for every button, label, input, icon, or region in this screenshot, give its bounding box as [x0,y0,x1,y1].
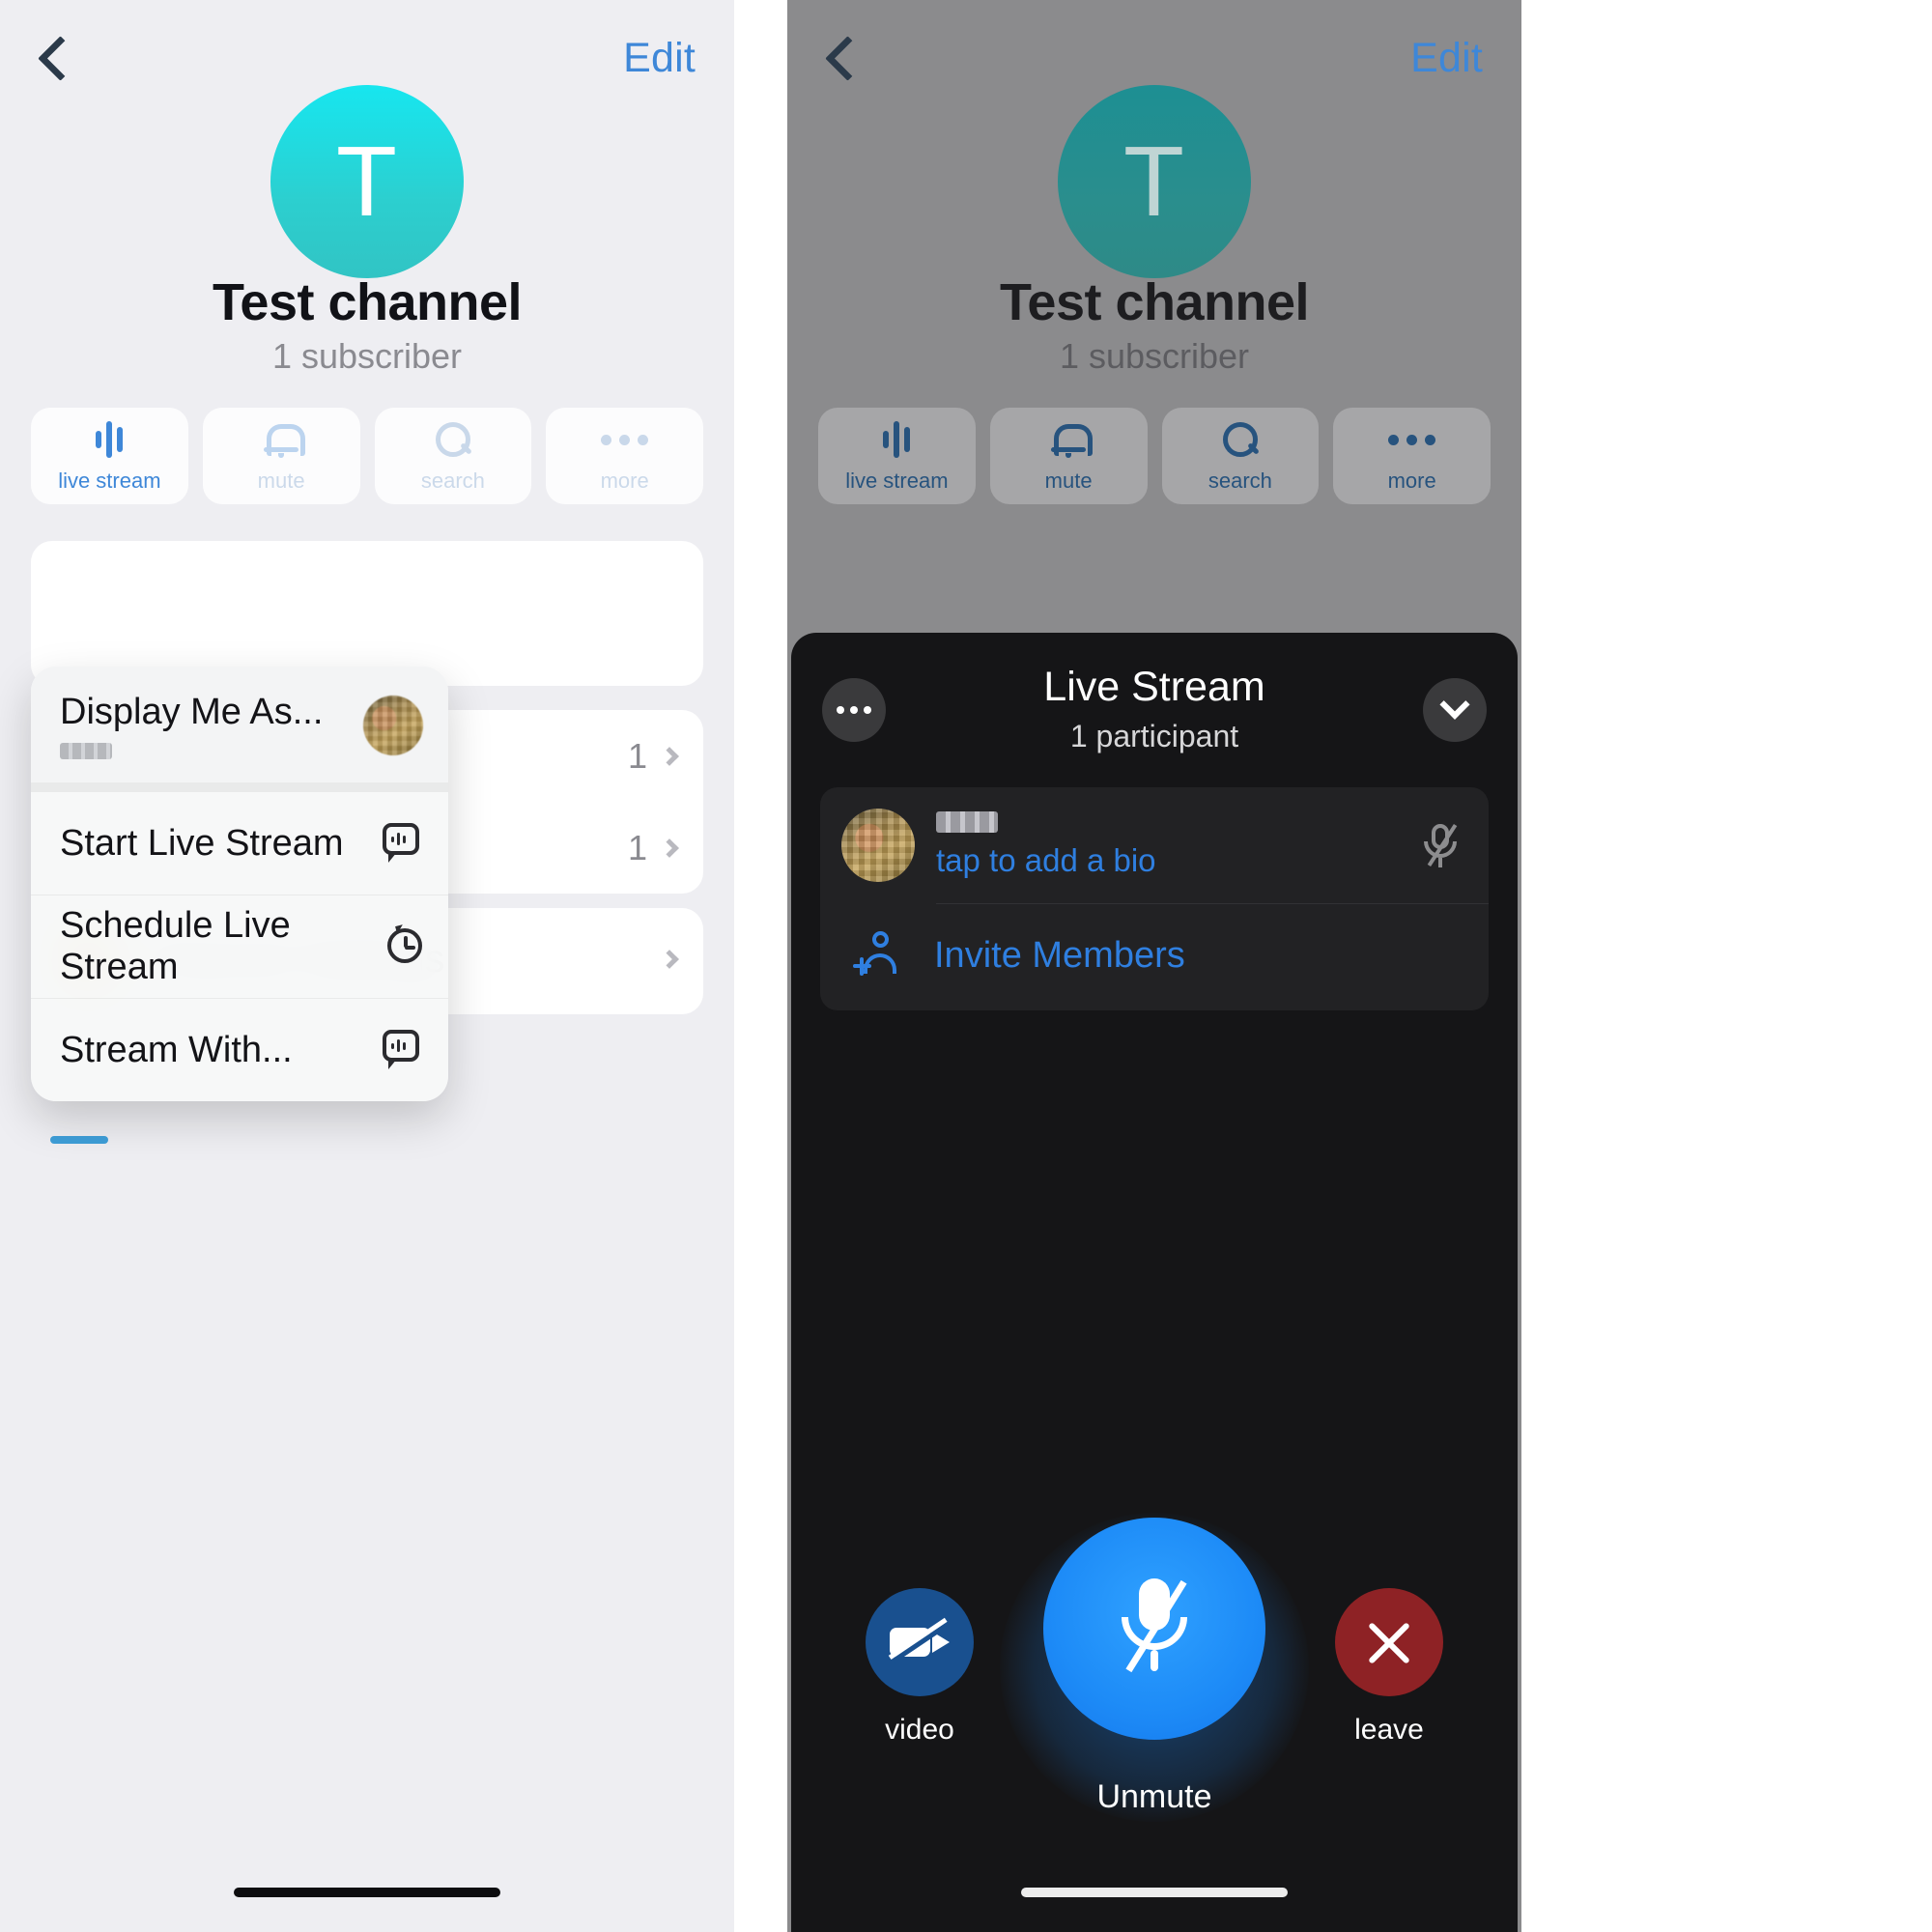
row-count: 1 [627,827,647,867]
unmute-button[interactable]: Unmute [1000,1512,1309,1822]
subscriber-count: 1 subscriber [1059,336,1250,376]
edit-button[interactable]: Edit [623,35,696,82]
live-stream-sheet: Live Stream 1 participant tap to add a b… [791,633,1518,1932]
menu-item-start-live-stream-label: Start Live Stream [60,822,344,864]
mic-off-icon [1419,820,1462,870]
waveform-icon [96,418,124,461]
home-indicator [234,1888,500,1897]
back-chevron-icon[interactable] [39,33,71,83]
participant-count: 1 participant [1069,719,1239,753]
leave-button[interactable]: leave [1335,1587,1443,1747]
selected-tab-indicator [50,1136,108,1144]
back-chevron-icon[interactable] [826,33,859,83]
participant-row[interactable]: tap to add a bio [820,787,1489,903]
action-mute[interactable]: mute [989,408,1148,504]
screenshot-root: Edit T Test channel 1 subscriber live st… [0,0,1932,1932]
menu-divider [31,782,448,791]
chevron-down-icon[interactable] [1423,678,1487,742]
panel-gap [734,0,787,1932]
action-live-stream-label: live stream [58,469,161,493]
add-bio-link[interactable]: tap to add a bio [936,842,1156,879]
row-count: 1 [627,735,647,776]
menu-item-schedule-live-stream[interactable]: Schedule Live Stream [31,895,448,998]
live-stream-icon [381,1029,423,1071]
right-phone-screen: Edit T Test channel 1 subscriber live st… [787,0,1521,1932]
menu-item-start-live-stream[interactable]: Start Live Stream [31,791,448,895]
page-title: Test channel [212,273,523,331]
home-indicator [1021,1888,1288,1897]
subscriber-count: 1 subscriber [271,336,463,376]
chevron-right-icon [660,949,679,969]
action-search[interactable]: search [374,408,532,504]
ellipsis-icon[interactable] [822,678,886,742]
action-more[interactable]: more [546,408,703,504]
row-value: 1 [627,735,679,777]
video-off-icon [866,1587,974,1696]
live-stream-context-menu: Display Me As... Start Live Stream Sched… [31,667,448,1101]
action-more-label: more [600,469,649,493]
row-value [660,949,679,969]
action-live-stream[interactable]: live stream [31,408,188,504]
action-search-label: search [420,469,485,493]
chevron-right-icon [660,746,679,766]
redacted-username [60,743,112,759]
action-buttons-row: live stream mute search more [818,408,1491,504]
action-more[interactable]: more [1333,408,1491,504]
ellipsis-icon [1388,418,1436,461]
search-icon [434,418,472,461]
participants-card: tap to add a bio Invite Members [820,787,1489,1010]
action-live-stream-label: live stream [845,469,949,493]
redacted-participant-name [936,811,998,833]
menu-item-display-me-as[interactable]: Display Me As... [31,667,448,782]
action-search[interactable]: search [1161,408,1320,504]
avatar [841,809,915,882]
call-controls: video Unmute leave [791,1512,1518,1822]
invite-members-row[interactable]: Invite Members [820,904,1489,1010]
mic-off-icon [1043,1518,1265,1740]
live-stream-title-block: Live Stream 1 participant [791,664,1518,754]
menu-item-schedule-live-stream-label: Schedule Live Stream [60,905,291,987]
avatar [363,696,423,755]
channel-avatar[interactable]: T [1058,85,1251,278]
waveform-icon [883,418,911,461]
chevron-right-icon [660,838,679,858]
search-icon [1221,418,1260,461]
action-buttons-row: live stream mute search more [31,408,703,504]
action-more-label: more [1387,469,1436,493]
live-stream-header: Live Stream 1 participant [791,633,1518,787]
action-search-label: search [1208,469,1272,493]
menu-item-display-me-as-label: Display Me As... [60,692,324,732]
row-value: 1 [627,827,679,868]
person-add-icon [853,929,905,981]
action-mute-label: mute [1044,469,1093,493]
invite-members-label: Invite Members [934,934,1185,976]
edit-button[interactable]: Edit [1410,35,1483,82]
close-icon [1335,1587,1443,1696]
action-mute[interactable]: mute [202,408,360,504]
bell-icon [264,418,306,461]
live-stream-icon [381,822,423,865]
channel-avatar[interactable]: T [270,85,464,278]
live-stream-title: Live Stream [1043,664,1265,710]
video-button-label: video [885,1713,954,1746]
clock-icon [384,924,423,968]
menu-item-stream-with-label: Stream With... [60,1029,293,1070]
video-button[interactable]: video [866,1587,974,1747]
menu-item-stream-with[interactable]: Stream With... [31,998,448,1101]
left-phone-screen: Edit T Test channel 1 subscriber live st… [0,0,734,1932]
unmute-button-label: Unmute [1096,1778,1212,1815]
action-live-stream[interactable]: live stream [818,408,976,504]
leave-button-label: leave [1354,1713,1424,1746]
page-title: Test channel [999,273,1310,331]
bell-icon [1051,418,1094,461]
ellipsis-icon [601,418,649,461]
info-card [31,541,703,686]
action-mute-label: mute [257,469,305,493]
